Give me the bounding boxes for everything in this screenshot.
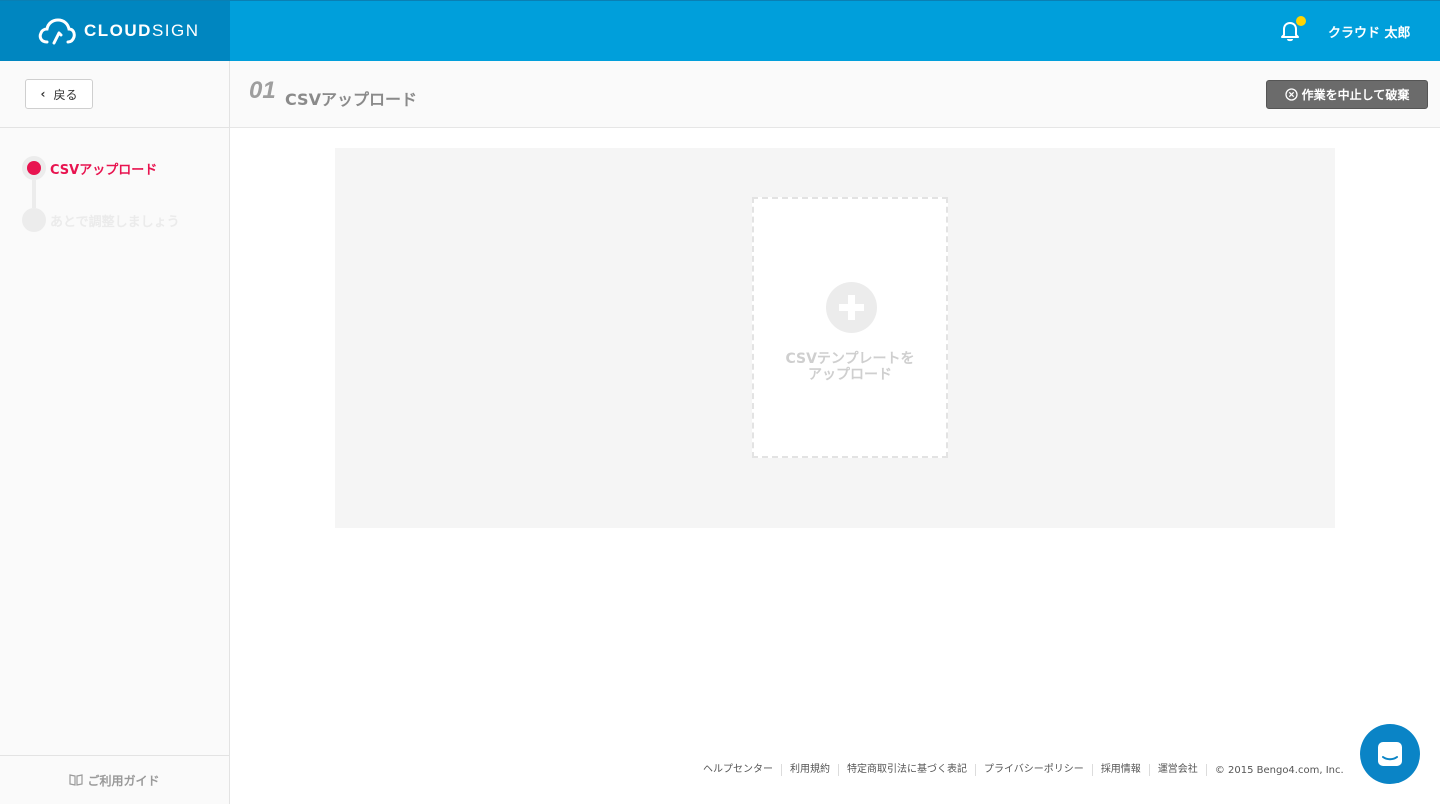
upload-area: CSVテンプレートを アップロード: [335, 148, 1335, 528]
footer: ヘルプセンター 利用規約 特定商取引法に基づく表記 プライバシーポリシー 採用情…: [703, 764, 1344, 776]
footer-link-company[interactable]: 運営会社: [1150, 764, 1207, 776]
copyright: © 2015 Bengo4.com, Inc.: [1214, 764, 1344, 776]
page-title: CSVアップロード: [285, 90, 417, 109]
footer-link-help-center[interactable]: ヘルプセンター: [703, 764, 782, 776]
back-button-label: 戻る: [53, 87, 78, 102]
step-indicator: [22, 208, 46, 232]
footer-link-privacy[interactable]: プライバシーポリシー: [976, 764, 1093, 776]
plus-icon: [826, 282, 877, 333]
page-title-bar: 01 CSVアップロード 作業を中止して破棄: [230, 61, 1440, 128]
chevron-left-icon: ‹: [40, 87, 46, 101]
user-guide-label: ご利用ガイド: [87, 773, 160, 788]
step-indicator: [22, 156, 46, 180]
notification-badge: [1296, 16, 1306, 26]
step-number: 01: [249, 77, 276, 104]
csv-dropzone[interactable]: CSVテンプレートを アップロード: [752, 197, 948, 458]
abort-button[interactable]: 作業を中止して破棄: [1266, 80, 1428, 109]
back-bar: ‹ 戻る: [0, 61, 229, 128]
logo[interactable]: CLOUDSIGN: [0, 1, 230, 61]
step-label: あとで調整しましょう: [50, 215, 180, 230]
sidebar: ‹ 戻る CSVアップロード あとで調整しましょう ご利用ガイド: [0, 61, 230, 804]
footer-link-terms[interactable]: 利用規約: [782, 764, 839, 776]
user-guide-link[interactable]: ご利用ガイド: [0, 755, 229, 804]
abort-button-label: 作業を中止して破棄: [1301, 88, 1410, 102]
step-connector: [32, 180, 36, 208]
user-menu[interactable]: クラウド 太郎: [1328, 22, 1411, 41]
close-circle-icon: [1285, 88, 1298, 101]
step-item-adjust-later: あとで調整しましょう: [22, 208, 180, 260]
step-item-csv-upload: CSVアップロード: [22, 156, 180, 208]
chat-icon: [1378, 742, 1402, 766]
logo-text: CLOUDSIGN: [84, 21, 200, 40]
step-list: CSVアップロード あとで調整しましょう: [22, 156, 180, 260]
footer-link-commercial-law[interactable]: 特定商取引法に基づく表記: [839, 764, 976, 776]
step-dot-inactive: [27, 213, 41, 227]
back-button[interactable]: ‹ 戻る: [25, 79, 93, 109]
step-dot-active: [27, 161, 41, 175]
book-icon: [69, 774, 84, 786]
step-label: CSVアップロード: [50, 163, 158, 178]
dropzone-label: CSVテンプレートを アップロード: [785, 351, 915, 383]
cloud-logo-icon: [38, 18, 76, 45]
chat-button[interactable]: [1360, 724, 1420, 784]
footer-link-careers[interactable]: 採用情報: [1093, 764, 1150, 776]
app-header: CLOUDSIGN クラウド 太郎: [0, 0, 1440, 61]
